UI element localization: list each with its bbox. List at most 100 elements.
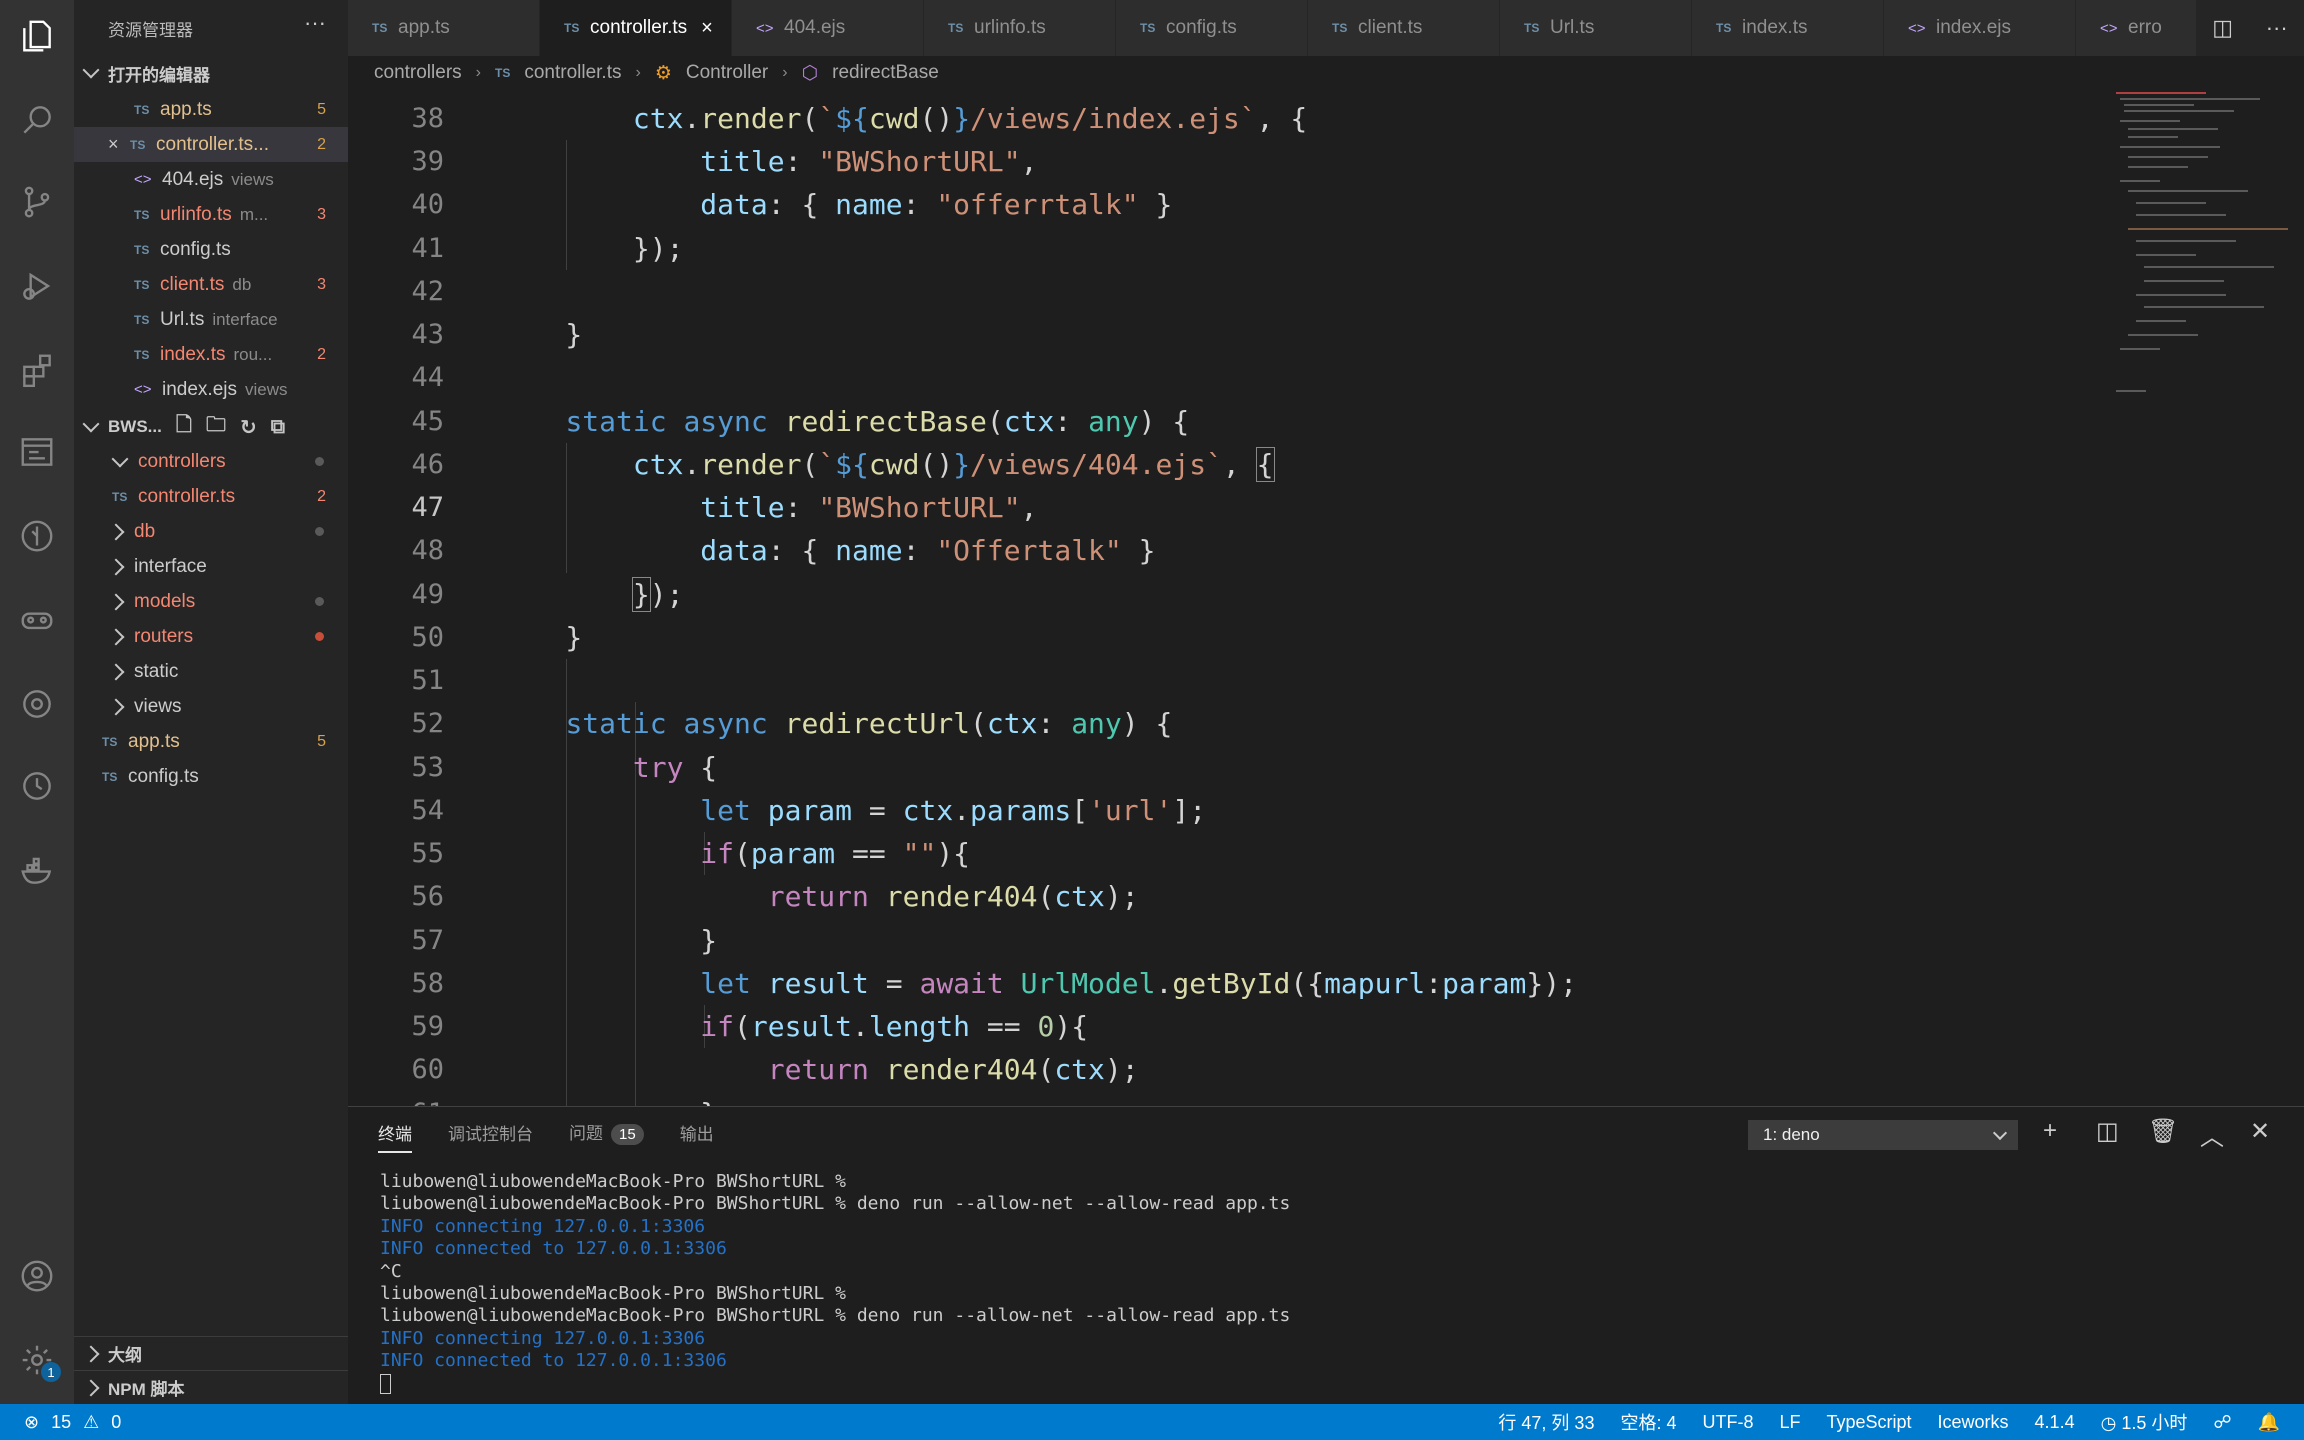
cursor-position[interactable]: 行 47, 列 33 [1498, 1409, 1594, 1435]
typescript-file-icon: TS [1524, 21, 1540, 35]
open-editor-name: controller.ts... [156, 133, 269, 155]
typescript-file-icon: TS [372, 21, 388, 35]
problem-count: 2 [317, 345, 326, 363]
new-folder-icon[interactable]: 🗀 [206, 410, 226, 444]
open-editor-item[interactable]: <> index.ejs views [74, 372, 348, 407]
tab-app-ts[interactable]: TS app.ts [348, 0, 540, 56]
terminal-line: INFO connected to 127.0.0.1:3306 [380, 1238, 727, 1260]
close-icon[interactable]: × [701, 17, 713, 40]
breadcrumb: controllers › TS controller.ts › ⚙ Contr… [348, 56, 2304, 90]
code-line: ctx.render(`${cwd()}/views/index.ejs`, { [632, 102, 1308, 135]
indentation[interactable]: 空格: 4 [1620, 1409, 1676, 1435]
settings-sync-icon[interactable] [17, 684, 57, 724]
tab-debug-console[interactable]: 调试控制台 [448, 1120, 533, 1145]
code-area[interactable]: ctx.render(`${cwd()}/views/index.ejs`, {… [498, 90, 2148, 1106]
tab-urlinfo-ts[interactable]: TS urlinfo.ts [924, 0, 1116, 56]
ejs-file-icon: <> [756, 19, 774, 37]
tree-file[interactable]: TS app.ts 5 [74, 724, 348, 759]
open-editor-item-active[interactable]: × TS controller.ts... 2 [74, 127, 348, 162]
live-share-icon[interactable]: ☍ [2213, 1412, 2231, 1433]
open-editor-item[interactable]: TS index.ts rou... 2 [74, 337, 348, 372]
split-terminal-icon[interactable]: ◫ [2096, 1117, 2119, 1146]
open-editor-item[interactable]: TS app.ts 5 [74, 92, 348, 127]
breadcrumb-method[interactable]: redirectBase [832, 62, 939, 84]
status-right: 行 47, 列 33 空格: 4 UTF-8 LF TypeScript Ice… [1498, 1404, 2280, 1440]
tab-index-ejs[interactable]: <> index.ejs [1884, 0, 2076, 56]
problem-count: 2 [317, 135, 326, 153]
close-panel-icon[interactable]: ✕ [2250, 1117, 2270, 1146]
search-icon[interactable] [17, 100, 57, 140]
new-file-icon[interactable]: 🗋 [176, 410, 192, 444]
status-left[interactable]: ⊗ 15 ⚠ 0 [24, 1404, 121, 1440]
close-icon[interactable]: × [108, 134, 130, 155]
tab-index-ts[interactable]: TS index.ts [1692, 0, 1884, 56]
tree-folder[interactable]: views [74, 689, 348, 724]
breadcrumb-file[interactable]: controller.ts [524, 62, 621, 84]
code-editor[interactable]: 38 39 40 41 42 43 44 45 46 47 48 49 50 5… [348, 90, 2304, 1106]
maximize-panel-icon[interactable]: ︿ [2200, 1117, 2224, 1152]
tree-folder-controllers[interactable]: controllers [74, 444, 348, 479]
open-editor-item[interactable]: TS urlinfo.ts m... 3 [74, 197, 348, 232]
open-editors-section[interactable]: 打开的编辑器 [74, 56, 348, 90]
timeline-icon[interactable] [17, 516, 57, 556]
class-icon: ⚙ [654, 62, 672, 84]
minimap[interactable] [2116, 90, 2288, 420]
tab-client-ts[interactable]: TS client.ts [1308, 0, 1500, 56]
open-editor-item[interactable]: TS client.ts db 3 [74, 267, 348, 302]
history-icon[interactable] [17, 766, 57, 806]
gamepad-icon[interactable] [17, 600, 57, 640]
encoding[interactable]: UTF-8 [1702, 1412, 1753, 1433]
tree-folder[interactable]: static [74, 654, 348, 689]
time-tracker[interactable]: ◷ 1.5 小时 [2101, 1409, 2188, 1435]
more-actions-icon[interactable]: ··· [304, 10, 326, 36]
tree-file[interactable]: TS controller.ts 2 [74, 479, 348, 514]
tab-controller-ts[interactable]: TS controller.ts × [540, 0, 732, 56]
notifications-bell-icon[interactable]: 🔔 [2258, 1412, 2280, 1433]
tab-problems[interactable]: 问题 15 [569, 1119, 644, 1145]
breadcrumb-class[interactable]: Controller [686, 62, 768, 84]
open-editor-item[interactable]: TS config.ts [74, 232, 348, 267]
collapse-all-icon[interactable]: ⧉ [271, 416, 285, 439]
refresh-icon[interactable]: ↻ [240, 415, 257, 440]
open-editor-item[interactable]: <> 404.ejs views [74, 162, 348, 197]
npm-scripts-section[interactable]: NPM 脚本 [74, 1370, 348, 1404]
terminal-select[interactable]: 1: deno [1748, 1120, 2018, 1150]
tree-item-label: routers [134, 625, 194, 647]
tree-folder[interactable]: interface [74, 549, 348, 584]
open-editor-desc: views [231, 169, 274, 189]
iceworks-status[interactable]: Iceworks [1938, 1412, 2009, 1433]
code-line: data: { name: "offerrtalk" } [700, 188, 1173, 221]
language-mode[interactable]: TypeScript [1826, 1412, 1911, 1433]
tab-terminal[interactable]: 终端 [378, 1120, 412, 1153]
code-line: } [498, 924, 718, 957]
end-of-line[interactable]: LF [1779, 1412, 1800, 1433]
remote-explorer-icon[interactable] [17, 432, 57, 472]
tree-file[interactable]: TS config.ts [74, 759, 348, 794]
docker-icon[interactable] [17, 850, 57, 890]
explorer-icon[interactable] [17, 16, 57, 56]
extensions-icon[interactable] [17, 350, 57, 390]
accounts-icon[interactable] [17, 1256, 57, 1296]
source-control-icon[interactable] [17, 182, 57, 222]
outline-section[interactable]: 大纲 [74, 1336, 348, 1370]
status-dot [315, 597, 324, 606]
open-editor-item[interactable]: TS Url.ts interface [74, 302, 348, 337]
tree-folder[interactable]: models [74, 584, 348, 619]
terminal-output[interactable]: liubowen@liubowendeMacBook-Pro BWShortUR… [380, 1171, 2280, 1395]
tab-404-ejs[interactable]: <> 404.ejs [732, 0, 924, 56]
breadcrumb-folder[interactable]: controllers [374, 62, 462, 84]
new-terminal-icon[interactable]: + [2043, 1117, 2057, 1145]
more-actions-icon[interactable]: ··· [2266, 15, 2288, 41]
tab-config-ts[interactable]: TS config.ts [1116, 0, 1308, 56]
manage-gear-icon[interactable]: 1 [17, 1340, 61, 1382]
trash-icon[interactable]: 🗑 [2148, 1117, 2178, 1146]
split-editor-icon[interactable]: ◫ [2212, 15, 2233, 41]
version-status[interactable]: 4.1.4 [2035, 1412, 2075, 1433]
tree-folder[interactable]: db [74, 514, 348, 549]
project-section[interactable]: BWS... 🗋 🗀 ↻ ⧉ [74, 410, 348, 444]
tab-output[interactable]: 输出 [680, 1120, 714, 1145]
run-debug-icon[interactable] [17, 266, 57, 306]
tree-folder[interactable]: routers [74, 619, 348, 654]
tab-url-ts[interactable]: TS Url.ts [1500, 0, 1692, 56]
code-line: try { [632, 751, 718, 784]
